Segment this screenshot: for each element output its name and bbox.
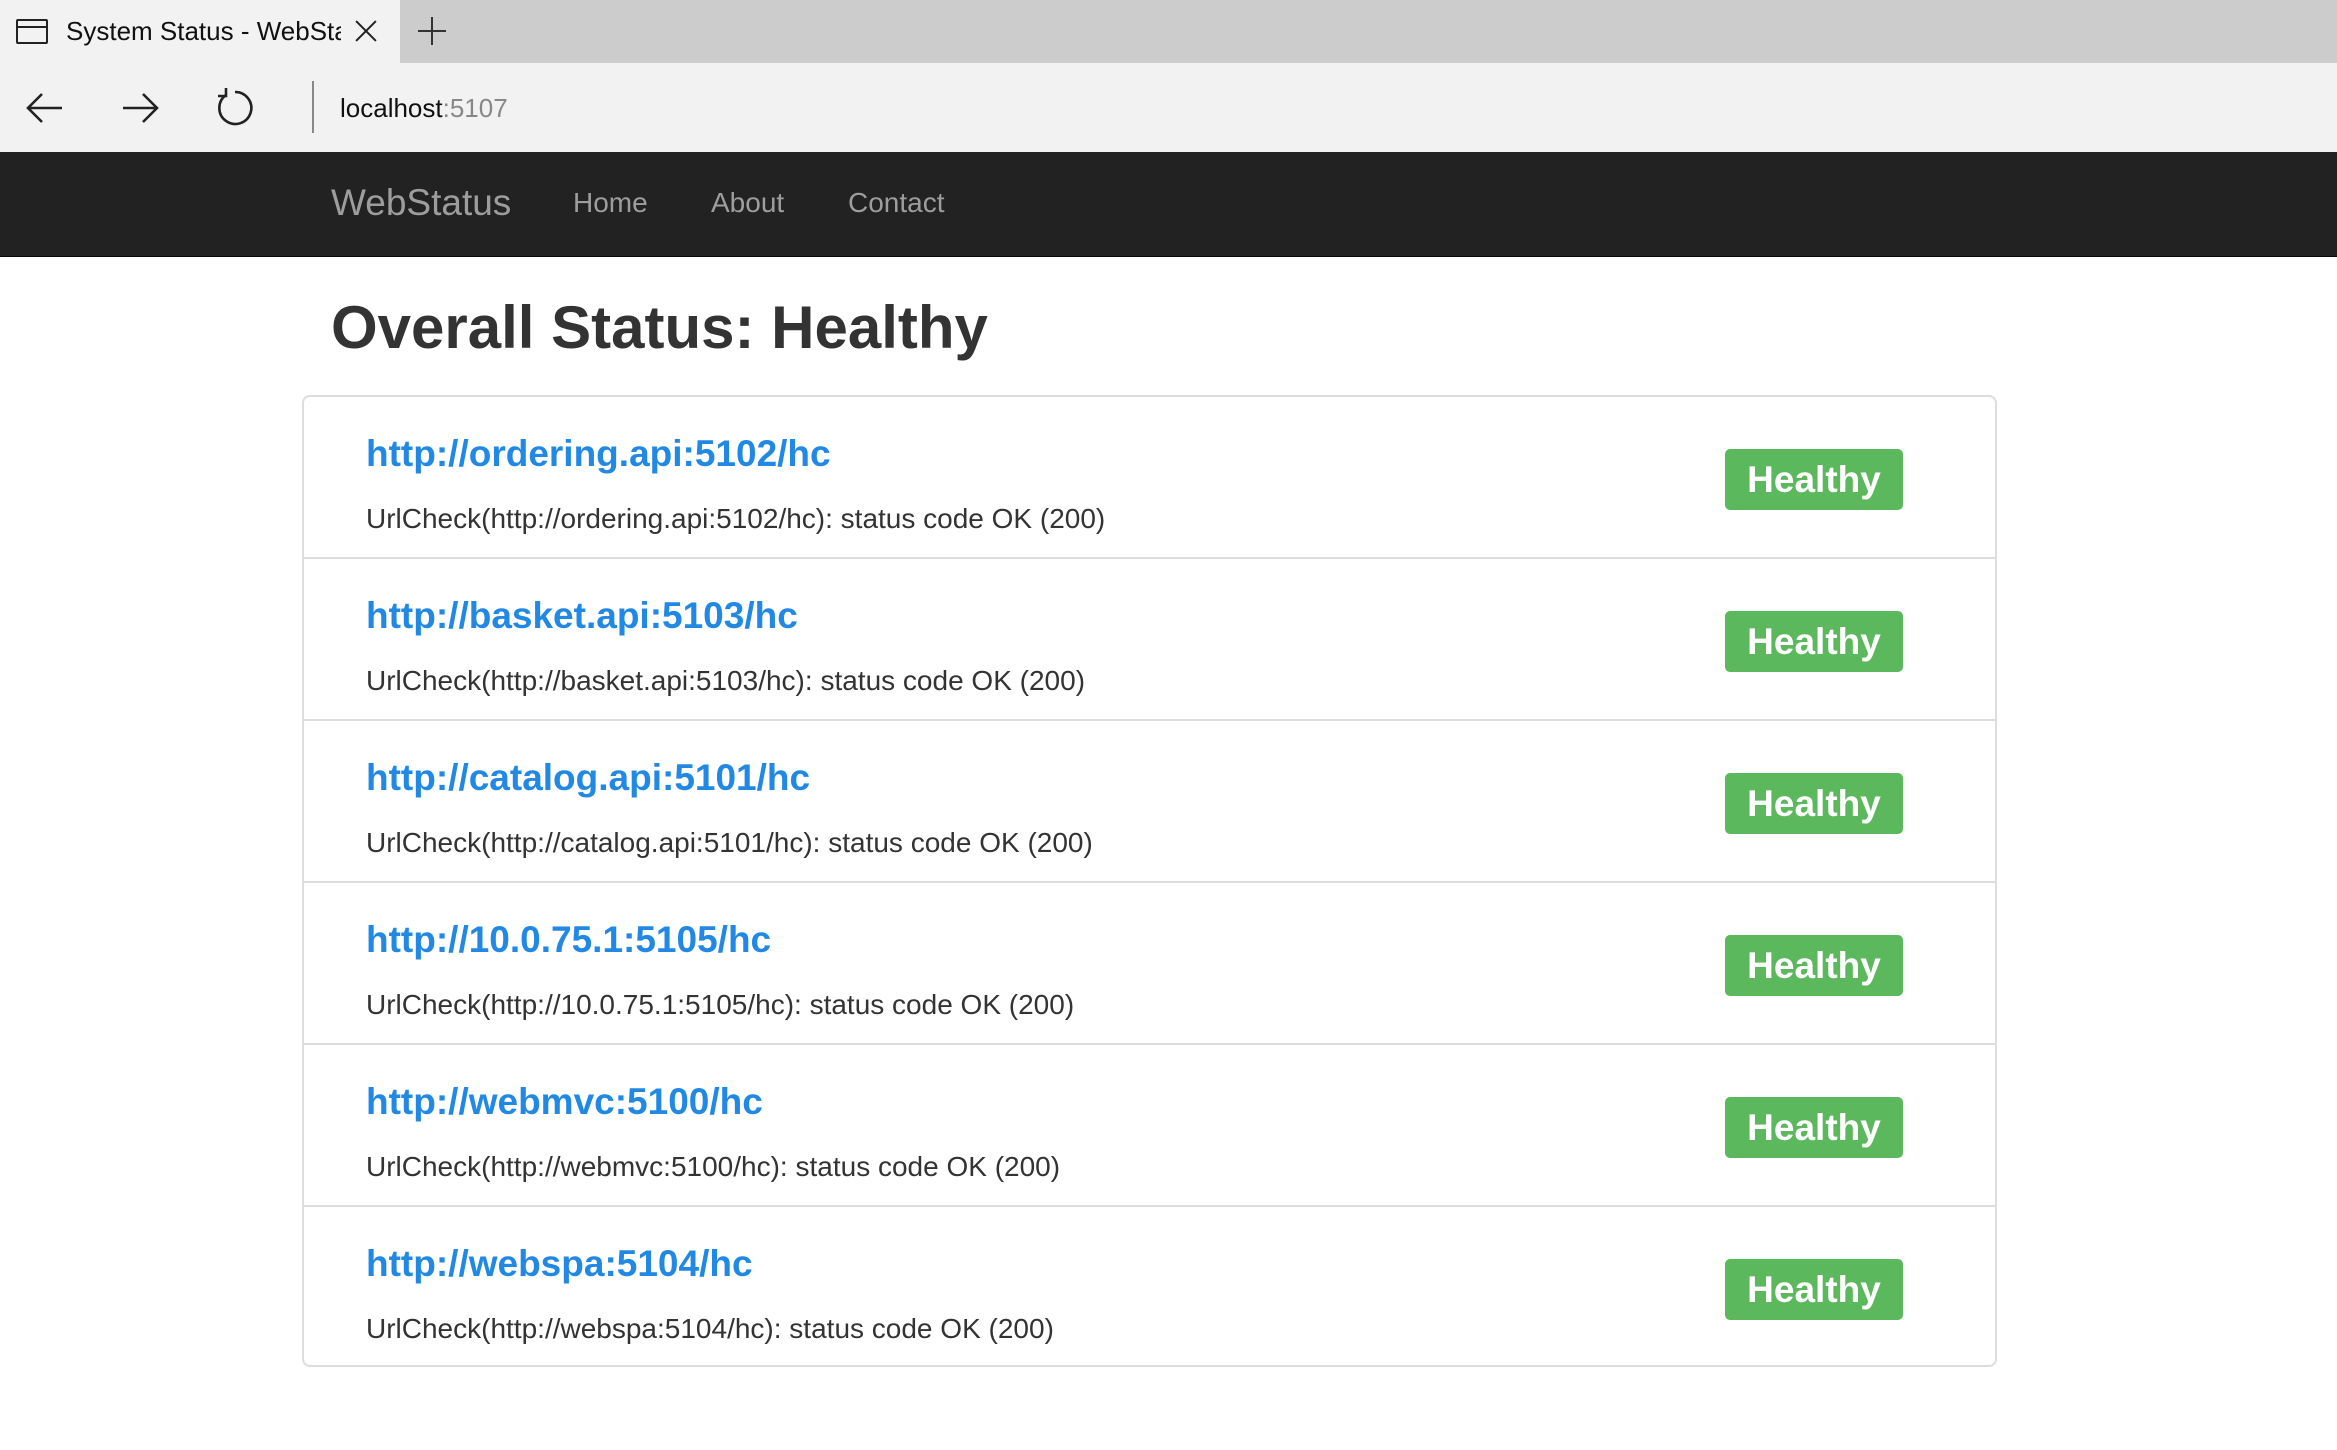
status-row: http://10.0.75.1:5105/hc UrlCheck(http:/… (304, 883, 1995, 1045)
status-badge: Healthy (1725, 1259, 1903, 1320)
check-url-link[interactable]: http://ordering.api:5102/hc (366, 433, 831, 475)
refresh-icon[interactable] (212, 85, 258, 131)
nav-link-contact[interactable]: Contact (848, 187, 945, 219)
tab-title: System Status - WebSta (66, 16, 341, 46)
page-icon (16, 19, 48, 44)
status-badge: Healthy (1725, 1097, 1903, 1158)
check-url-link[interactable]: http://webspa:5104/hc (366, 1243, 753, 1285)
check-url-link[interactable]: http://catalog.api:5101/hc (366, 757, 810, 799)
address-divider (312, 81, 314, 133)
close-icon[interactable] (352, 17, 380, 45)
page-title: Overall Status: Healthy (331, 294, 988, 361)
check-description: UrlCheck(http://catalog.api:5101/hc): st… (366, 827, 1093, 858)
arrow-left-icon[interactable] (22, 85, 68, 131)
status-row: http://webmvc:5100/hc UrlCheck(http://we… (304, 1045, 1995, 1207)
check-description: UrlCheck(http://ordering.api:5102/hc): s… (366, 503, 1106, 534)
url-port: :5107 (442, 93, 508, 123)
plus-icon[interactable] (418, 17, 446, 45)
check-description: UrlCheck(http://webspa:5104/hc): status … (366, 1313, 1054, 1344)
check-url-link[interactable]: http://10.0.75.1:5105/hc (366, 919, 771, 961)
brand-link[interactable]: WebStatus (331, 182, 511, 224)
check-url-link[interactable]: http://basket.api:5103/hc (366, 595, 798, 637)
browser-tab-bar: System Status - WebSta (0, 0, 2337, 63)
address-bar: localhost:5107 (0, 63, 2337, 152)
browser-tab[interactable]: System Status - WebSta (0, 0, 400, 63)
arrow-right-icon[interactable] (117, 85, 163, 131)
status-row: http://catalog.api:5101/hc UrlCheck(http… (304, 721, 1995, 883)
check-url-link[interactable]: http://webmvc:5100/hc (366, 1081, 763, 1123)
site-navbar: WebStatus Home About Contact (0, 152, 2337, 257)
url-host: localhost (340, 93, 443, 123)
status-badge: Healthy (1725, 935, 1903, 996)
check-description: UrlCheck(http://basket.api:5103/hc): sta… (366, 665, 1086, 696)
check-description: UrlCheck(http://webmvc:5100/hc): status … (366, 1151, 1061, 1182)
status-badge: Healthy (1725, 773, 1903, 834)
check-description: UrlCheck(http://10.0.75.1:5105/hc): stat… (366, 989, 1075, 1020)
status-row: http://basket.api:5103/hc UrlCheck(http:… (304, 559, 1995, 721)
nav-link-home[interactable]: Home (573, 187, 648, 219)
nav-link-about[interactable]: About (711, 187, 784, 219)
status-badge: Healthy (1725, 611, 1903, 672)
url-field[interactable]: localhost:5107 (340, 93, 508, 124)
status-badge: Healthy (1725, 449, 1903, 510)
status-list: http://ordering.api:5102/hc UrlCheck(htt… (302, 395, 1997, 1367)
status-row: http://webspa:5104/hc UrlCheck(http://we… (304, 1207, 1995, 1365)
status-row: http://ordering.api:5102/hc UrlCheck(htt… (304, 397, 1995, 559)
